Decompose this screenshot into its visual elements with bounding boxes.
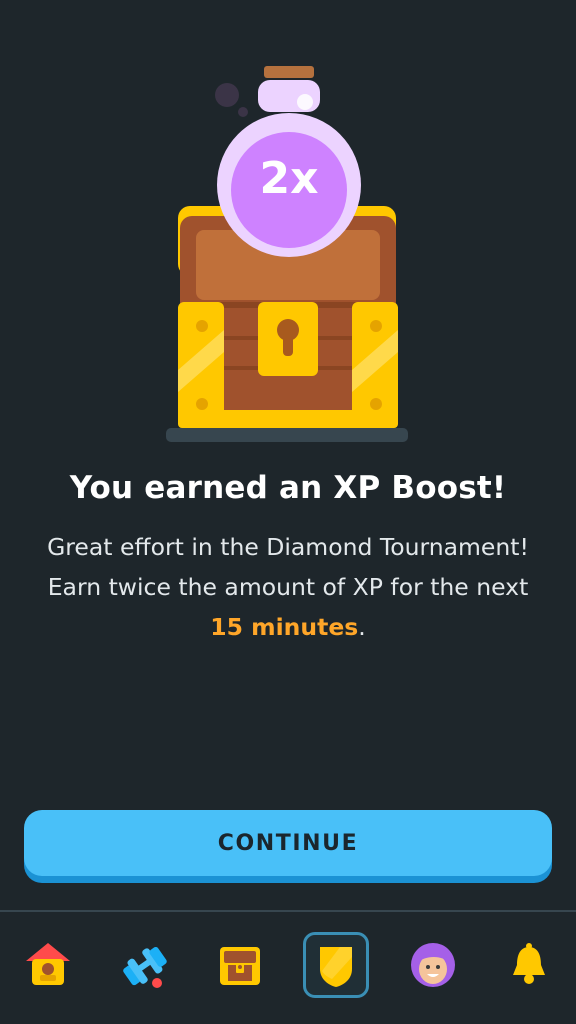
boost-title: You earned an XP Boost! — [69, 470, 507, 506]
tab-leagues[interactable] — [303, 932, 369, 998]
xp-boost-illustration: 2x — [0, 40, 576, 460]
continue-button[interactable]: CONTINUE — [24, 810, 552, 876]
boost-message-end: . — [358, 613, 366, 641]
boost-message: Great effort in the Diamond Tournament! … — [40, 527, 536, 647]
boost-message-text: Great effort in the Diamond Tournament! … — [47, 533, 529, 601]
house-icon — [26, 943, 70, 985]
avatar-icon — [411, 943, 455, 987]
tab-profile[interactable] — [400, 932, 466, 998]
dumbbell-icon — [123, 947, 167, 988]
potion-cork — [264, 66, 314, 78]
tab-home[interactable] — [15, 932, 81, 998]
tab-practice[interactable] — [110, 932, 176, 998]
shield-icon — [320, 947, 352, 987]
multiplier-label: 2x — [259, 153, 319, 204]
bottom-tabbar — [0, 912, 576, 1024]
bell-icon — [513, 943, 545, 984]
boost-duration: 15 minutes — [210, 613, 359, 641]
tab-notifications[interactable] — [496, 932, 562, 998]
chest-shadow — [166, 428, 408, 442]
tab-shop[interactable] — [207, 932, 273, 998]
treasure-chest-icon — [220, 947, 260, 985]
